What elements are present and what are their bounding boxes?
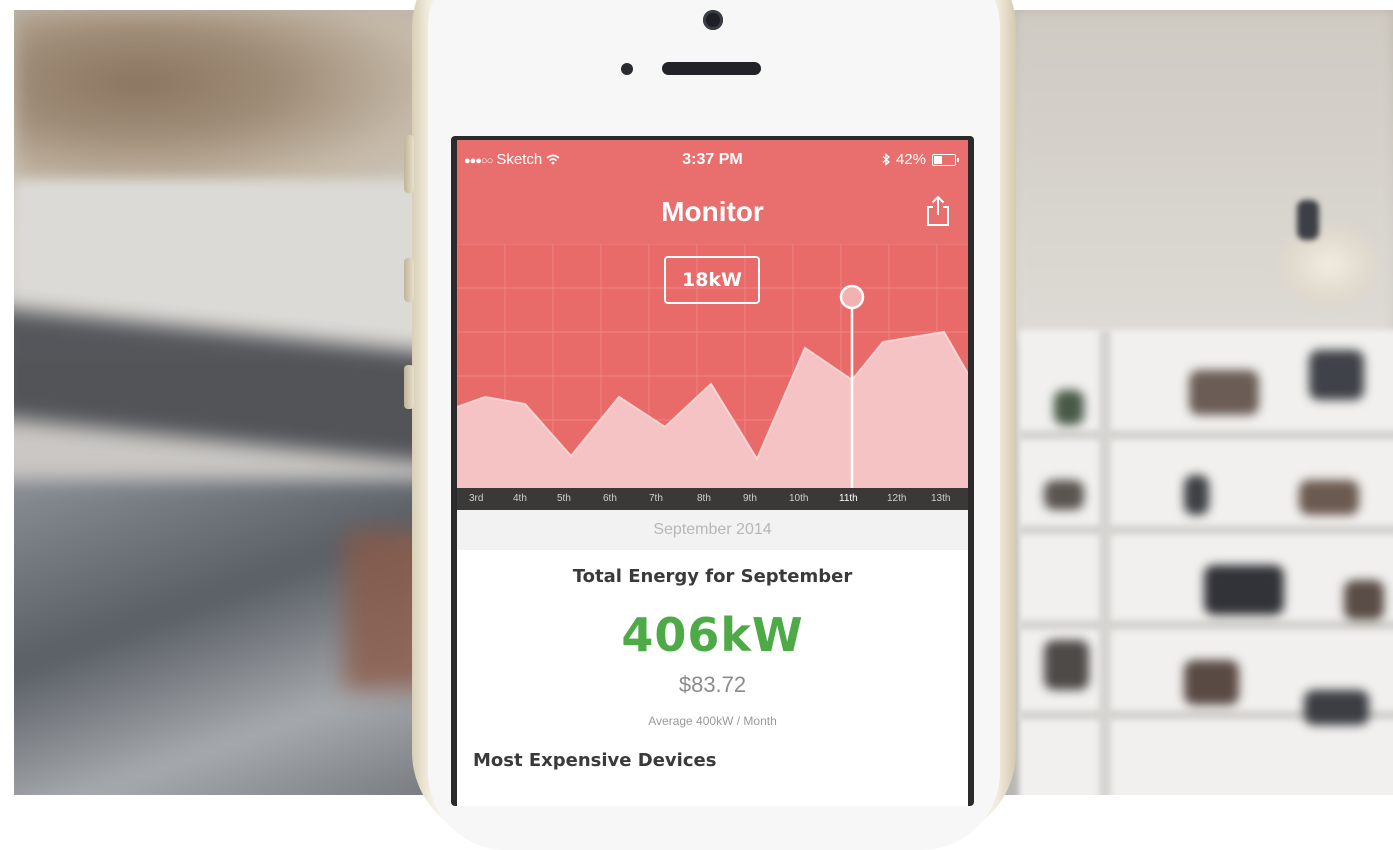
bg-ceiling xyxy=(14,10,434,190)
month-label: September 2014 xyxy=(457,510,968,550)
average-energy: Average 400kW / Month xyxy=(648,714,777,728)
selection-handle[interactable] xyxy=(839,284,865,310)
x-axis-tick-label: 3rd xyxy=(469,493,484,504)
bg-object xyxy=(1309,350,1364,400)
battery-level xyxy=(934,155,942,164)
x-axis-tick-label: 4th xyxy=(513,493,527,504)
proximity-sensor xyxy=(621,63,633,75)
front-camera xyxy=(703,10,723,30)
bg-object xyxy=(1054,390,1084,425)
total-energy-value: 406kW xyxy=(621,608,804,662)
bg-object xyxy=(1189,370,1259,415)
bg-object xyxy=(1184,660,1239,705)
x-axis-tick-label: 11th xyxy=(839,493,858,504)
energy-chart[interactable]: 18kW xyxy=(457,244,968,488)
bg-shelf xyxy=(1019,620,1393,630)
bg-object xyxy=(1304,690,1369,725)
navigation-bar: Monitor xyxy=(457,180,968,244)
phone-screen: ●●●○○ Sketch 3:37 PM 42% Monitor 18kW 3r… xyxy=(451,136,974,806)
x-axis-tick-label: 13th xyxy=(931,493,951,504)
bg-object xyxy=(1299,480,1359,515)
page-title: Monitor xyxy=(661,196,764,227)
battery-icon xyxy=(932,153,959,166)
x-axis-tick-label: 8th xyxy=(697,493,711,504)
mute-switch xyxy=(404,135,414,193)
share-button[interactable] xyxy=(922,194,954,228)
x-axis-tick-label: 7th xyxy=(649,493,663,504)
chart-area xyxy=(457,332,968,488)
total-energy-title: Total Energy for September xyxy=(572,566,853,587)
x-axis-tick-label: 5th xyxy=(557,493,571,504)
earpiece-speaker xyxy=(662,62,761,75)
x-axis-tick-label: 9th xyxy=(743,493,757,504)
bg-object xyxy=(1344,580,1384,620)
share-icon xyxy=(927,195,949,226)
battery-percent: 42% xyxy=(895,151,926,168)
bg-object xyxy=(1184,475,1209,515)
chart-x-axis: 3rd 4th 5th 6th 7th 8th 9th 10th 11th 12th 13th xyxy=(457,488,968,510)
x-axis-tick-label: 10th xyxy=(789,493,809,504)
total-energy-cost: $83.72 xyxy=(678,672,747,697)
status-bar: ●●●○○ Sketch 3:37 PM 42% xyxy=(457,140,968,180)
status-right: 42% xyxy=(882,151,959,168)
bg-lamp xyxy=(1297,200,1319,240)
selected-value-label: 18kW xyxy=(664,256,760,304)
bg-shelf xyxy=(1019,525,1393,535)
volume-down-button xyxy=(404,365,414,409)
bg-lamp-glow xyxy=(1274,220,1384,310)
bluetooth-icon xyxy=(882,153,890,166)
bg-shelf-post xyxy=(1099,330,1111,795)
bg-object xyxy=(1044,480,1084,510)
expensive-devices-title: Most Expensive Devices xyxy=(473,750,717,771)
bg-shelf xyxy=(1019,430,1393,440)
bg-object xyxy=(1204,565,1284,615)
app-screen: ●●●○○ Sketch 3:37 PM 42% Monitor 18kW 3r… xyxy=(457,140,968,806)
bg-object xyxy=(1044,640,1089,690)
x-axis-tick-label: 12th xyxy=(887,493,907,504)
volume-up-button xyxy=(404,258,414,302)
x-axis-tick-label: 6th xyxy=(603,493,617,504)
